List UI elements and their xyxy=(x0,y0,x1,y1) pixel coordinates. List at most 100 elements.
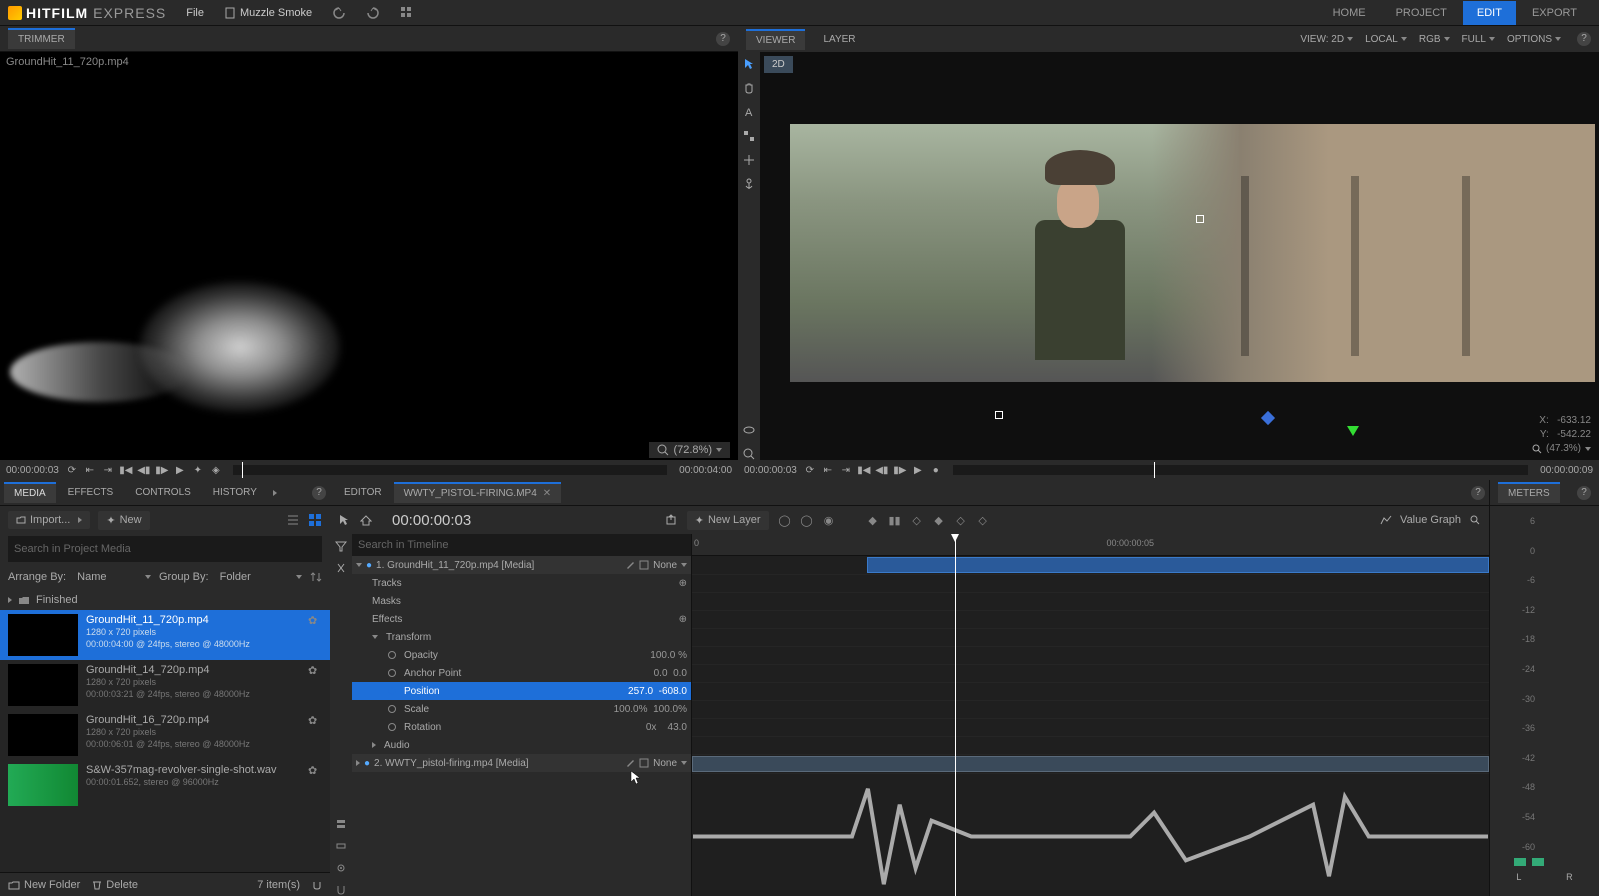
viewer-viewport[interactable]: 2D X: xyxy=(760,52,1599,460)
snap-icon[interactable]: ✦ xyxy=(193,465,203,475)
step-fwd-icon[interactable]: ▮▶ xyxy=(895,465,905,475)
add-icon[interactable]: ⊕ xyxy=(679,614,687,625)
in-icon[interactable]: ⇤ xyxy=(85,465,95,475)
kf-circle-icon[interactable]: ◯ xyxy=(779,514,791,526)
arrange-dropdown[interactable]: Arrange By: Name xyxy=(8,571,151,583)
prev-icon[interactable]: ▮◀ xyxy=(859,465,869,475)
filter-icon[interactable] xyxy=(335,540,347,552)
tab-media[interactable]: MEDIA xyxy=(4,482,56,503)
layer-audio[interactable]: Audio xyxy=(352,736,691,754)
pencil-icon[interactable] xyxy=(625,758,635,768)
blend-mode[interactable]: None xyxy=(653,758,677,769)
layer-masks[interactable]: Masks xyxy=(352,592,691,610)
prop-opacity[interactable]: Opacity100.0 % xyxy=(352,646,691,664)
view-2d-tab[interactable]: 2D xyxy=(764,56,793,73)
media-item[interactable]: GroundHit_14_720p.mp4 1280 x 720 pixels … xyxy=(0,660,330,710)
new-folder-button[interactable]: New Folder xyxy=(8,879,80,891)
document-tab[interactable]: Muzzle Smoke xyxy=(224,7,312,19)
prop-anchor[interactable]: Anchor Point0.0 0.0 xyxy=(352,664,691,682)
clip-layer-2[interactable] xyxy=(692,756,1489,772)
slice-icon[interactable] xyxy=(335,562,347,574)
kf-bars-icon[interactable]: ▮▮ xyxy=(889,514,901,526)
kf-diamond-icon[interactable]: ◆ xyxy=(867,514,879,526)
kf-end-icon[interactable]: ◇ xyxy=(977,514,989,526)
playhead[interactable] xyxy=(955,534,956,896)
help-icon[interactable]: ? xyxy=(716,32,730,46)
prev-icon[interactable]: ▮◀ xyxy=(121,465,131,475)
pencil-icon[interactable] xyxy=(625,560,635,570)
kf-circle-icon[interactable]: ◉ xyxy=(823,514,835,526)
tab-home[interactable]: HOME xyxy=(1319,1,1380,25)
gear-icon[interactable]: ✿ xyxy=(308,714,322,728)
gear-icon[interactable]: ✿ xyxy=(308,614,322,628)
kf-circle-icon[interactable]: ◯ xyxy=(801,514,813,526)
layers-icon[interactable] xyxy=(335,818,347,830)
list-view-icon[interactable] xyxy=(286,513,300,527)
track-row-2[interactable] xyxy=(692,755,1489,774)
timeline-timecode[interactable]: 00:00:00:03 xyxy=(392,512,471,529)
mask-tool-icon[interactable] xyxy=(743,130,755,142)
layer-tab[interactable]: LAYER xyxy=(813,30,865,49)
delete-button[interactable]: Delete xyxy=(92,879,138,891)
viewer-tab[interactable]: VIEWER xyxy=(746,29,805,50)
step-back-icon[interactable]: ◀▮ xyxy=(139,465,149,475)
step-back-icon[interactable]: ◀▮ xyxy=(877,465,887,475)
grid-icon[interactable] xyxy=(400,6,414,20)
trimmer-zoom[interactable]: (72.8%) xyxy=(649,442,730,458)
kf-prev-icon[interactable]: ◇ xyxy=(911,514,923,526)
fx-icon[interactable] xyxy=(639,758,649,768)
kf-add-icon[interactable]: ◆ xyxy=(933,514,945,526)
transform-handle[interactable] xyxy=(1196,215,1204,223)
select-tool-icon[interactable] xyxy=(338,514,350,526)
layer-transform[interactable]: Transform xyxy=(352,628,691,646)
in-icon[interactable]: ⇤ xyxy=(823,465,833,475)
gear-icon[interactable] xyxy=(335,862,347,874)
transform-handle[interactable] xyxy=(995,411,1003,419)
play-icon[interactable]: ▶ xyxy=(175,465,185,475)
undo-icon[interactable] xyxy=(332,6,346,20)
prop-rotation[interactable]: Rotation0x 43.0 xyxy=(352,718,691,736)
more-tabs-icon[interactable] xyxy=(273,490,277,496)
gear-icon[interactable]: ✿ xyxy=(308,664,322,678)
clip-layer-1[interactable] xyxy=(867,557,1489,573)
track-icon[interactable] xyxy=(335,840,347,852)
meters-tab[interactable]: METERS xyxy=(1498,482,1560,503)
tab-controls[interactable]: CONTROLS xyxy=(125,483,201,502)
add-icon[interactable]: ⊕ xyxy=(679,578,687,589)
move-tool-icon[interactable] xyxy=(743,154,755,166)
channel-dropdown[interactable]: RGB xyxy=(1419,34,1450,45)
hand-tool-icon[interactable] xyxy=(743,82,755,94)
tab-project[interactable]: PROJECT xyxy=(1382,1,1461,25)
file-menu[interactable]: File xyxy=(186,7,204,19)
tracks-area[interactable]: 0 00:00:00:05 xyxy=(692,534,1489,896)
loop-icon[interactable]: ⟳ xyxy=(67,465,77,475)
gear-icon[interactable]: ✿ xyxy=(308,764,322,778)
help-icon[interactable]: ? xyxy=(312,486,326,500)
trimmer-tab[interactable]: TRIMMER xyxy=(8,28,75,49)
select-tool-icon[interactable] xyxy=(743,58,755,70)
trimmer-timeline-mini[interactable] xyxy=(233,465,667,475)
step-fwd-icon[interactable]: ▮▶ xyxy=(157,465,167,475)
close-icon[interactable]: ✕ xyxy=(543,488,551,499)
magnet-icon[interactable] xyxy=(335,884,347,896)
group-dropdown[interactable]: Group By: Folder xyxy=(159,571,302,583)
options-dropdown[interactable]: OPTIONS xyxy=(1507,34,1561,45)
prop-scale[interactable]: Scale100.0% 100.0% xyxy=(352,700,691,718)
sort-icon[interactable] xyxy=(310,571,322,583)
layer-tracks[interactable]: Tracks⊕ xyxy=(352,574,691,592)
track-row-1[interactable] xyxy=(692,556,1489,575)
out-icon[interactable]: ⇥ xyxy=(841,465,851,475)
record-icon[interactable]: ● xyxy=(931,465,941,475)
media-search[interactable]: Search in Project Media xyxy=(8,536,322,562)
folder-row[interactable]: Finished xyxy=(0,590,330,610)
export-icon[interactable] xyxy=(665,514,677,526)
prop-position[interactable]: Position257.0 -608.0 xyxy=(352,682,691,700)
play-icon[interactable]: ▶ xyxy=(913,465,923,475)
trimmer-viewport[interactable]: GroundHit_11_720p.mp4 (72.8%) xyxy=(0,52,738,460)
fx-icon[interactable] xyxy=(639,560,649,570)
comp-tab[interactable]: WWTY_PISTOL-FIRING.MP4 ✕ xyxy=(394,482,562,503)
editor-tab[interactable]: EDITOR xyxy=(334,483,392,502)
view-mode-dropdown[interactable]: VIEW: 2D xyxy=(1300,34,1353,45)
help-icon[interactable]: ? xyxy=(1577,32,1591,46)
kf-next-icon[interactable]: ◇ xyxy=(955,514,967,526)
